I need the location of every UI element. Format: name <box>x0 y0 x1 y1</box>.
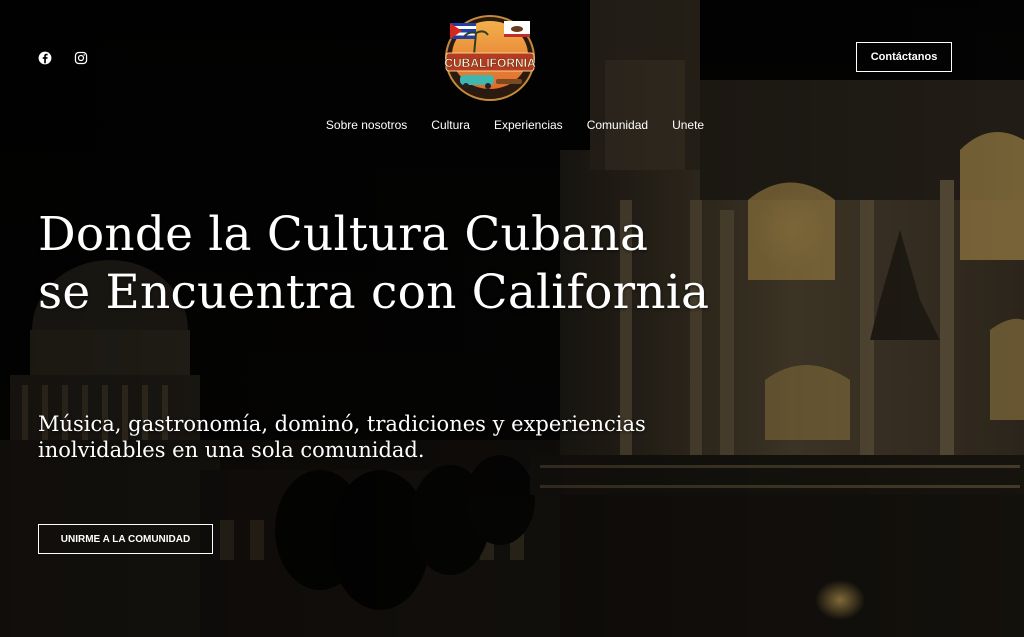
join-community-button[interactable]: UNIRME A LA COMUNIDAD <box>38 524 213 554</box>
facebook-icon[interactable] <box>38 51 52 65</box>
social-links <box>38 51 88 65</box>
contact-button[interactable]: Contáctanos <box>856 42 952 72</box>
nav-item-unete[interactable]: Unete <box>672 118 704 132</box>
hero-subtitle: Música, gastronomía, dominó, tradiciones… <box>38 411 646 463</box>
subtitle-line-2: inolvidables en una sola comunidad. <box>38 438 425 462</box>
logo-text: CUBALIFORNIA <box>444 56 536 70</box>
main-nav: Sobre nosotros Cultura Experiencias Comu… <box>0 118 1024 132</box>
headline-line-1: Donde la Cultura Cubana <box>38 207 649 262</box>
nav-item-cultura[interactable]: Cultura <box>431 118 470 132</box>
subtitle-line-1: Música, gastronomía, dominó, tradiciones… <box>38 412 646 436</box>
cubalifornia-logo[interactable]: CUBALIFORNIA <box>444 13 536 101</box>
headline-line-2: se Encuentra con California <box>38 265 710 320</box>
nav-item-sobre-nosotros[interactable]: Sobre nosotros <box>326 118 407 132</box>
nav-item-experiencias[interactable]: Experiencias <box>494 118 563 132</box>
instagram-icon[interactable] <box>74 51 88 65</box>
nav-item-comunidad[interactable]: Comunidad <box>587 118 648 132</box>
hero-section: CUBALIFORNIA Contáctanos Sobre nosotros … <box>0 0 1024 637</box>
hero-headline: Donde la Cultura Cubana se Encuentra con… <box>38 206 709 322</box>
